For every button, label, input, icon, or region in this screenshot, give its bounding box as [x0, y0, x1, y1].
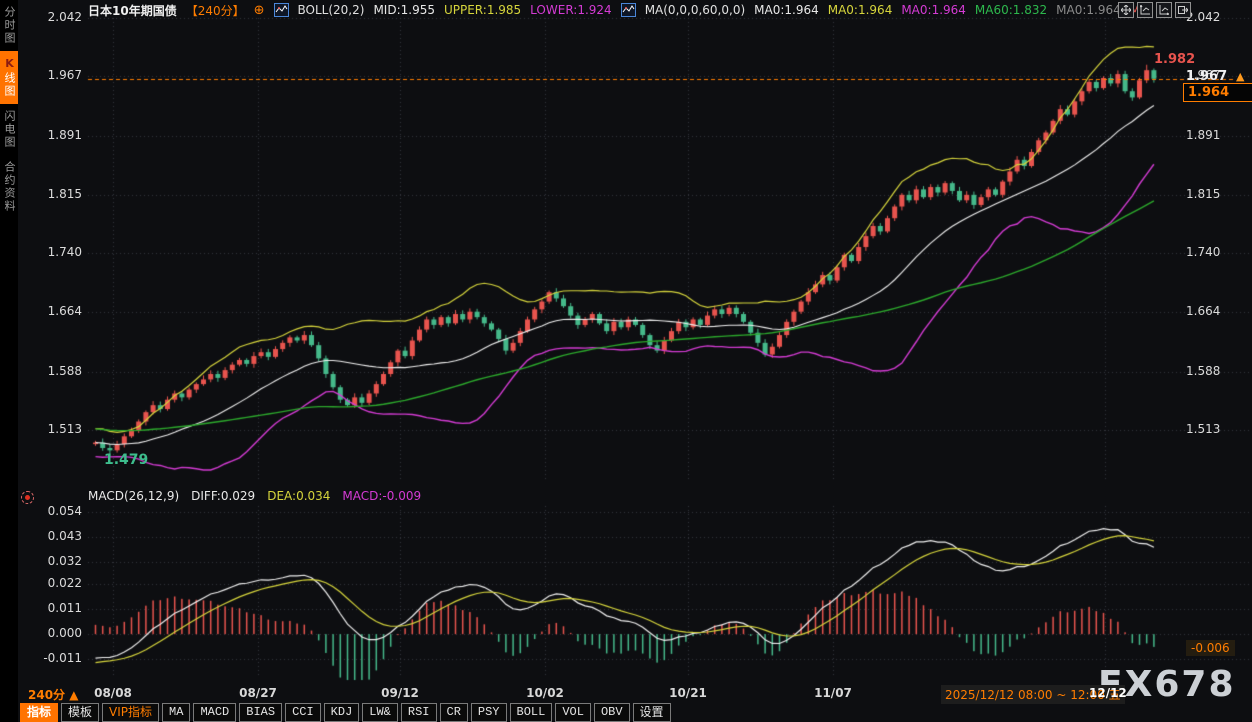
- indicator-chart-icon[interactable]: [274, 3, 289, 17]
- toolbar-button-LW&[interactable]: LW&: [362, 703, 398, 722]
- sidebar-tab-2[interactable]: 闪电图: [0, 104, 18, 155]
- sidebar-tab-1[interactable]: K线图: [0, 51, 18, 104]
- macd-axis-label-4: 0.011: [22, 601, 82, 615]
- price-axis-label-right-6: 1.588: [1186, 364, 1220, 378]
- toolbar-button-PSY[interactable]: PSY: [471, 703, 507, 722]
- subchart-settings-icon[interactable]: [21, 491, 34, 504]
- x-axis-label-5: 11/07: [814, 686, 852, 700]
- price-axis-label-right-0: 2.042: [1186, 10, 1220, 24]
- macd-macd-value: MACD:-0.009: [342, 489, 421, 503]
- x-axis-scale-icon[interactable]: [1156, 2, 1172, 18]
- pan-crosshair-icon[interactable]: [1118, 2, 1134, 18]
- toolbar-button-VIP指标[interactable]: VIP指标: [102, 703, 159, 722]
- macd-axis-label-1: 0.043: [22, 529, 82, 543]
- macd-params-label: MACD(26,12,9): [88, 489, 179, 503]
- price-axis-label-left-2: 1.891: [22, 128, 82, 142]
- y-axis-scale-icon[interactable]: [1137, 2, 1153, 18]
- high-price-label: 1.982: [1154, 52, 1195, 67]
- macd-axis-label-6: -0.011: [22, 651, 82, 665]
- toolbar-button-MA[interactable]: MA: [162, 703, 190, 722]
- period-badge[interactable]: 【240分】: [186, 2, 245, 19]
- toolbar-button-模板[interactable]: 模板: [61, 703, 99, 722]
- price-axis-label-right-7: 1.513: [1186, 422, 1220, 436]
- chart-header: 日本10年期国债 【240分】 ⊕ BOLL(20,2) MID:1.955 UPP…: [88, 2, 1148, 18]
- macd-axis-label-0: 0.054: [22, 504, 82, 518]
- indicator-value-4: MA(0,0,0,60,0,0): [645, 3, 745, 17]
- macd-header: MACD(26,12,9) DIFF:0.029 DEA:0.034 MACD:…: [88, 489, 421, 503]
- toolbar-button-OBV[interactable]: OBV: [594, 703, 630, 722]
- indicator-value-2: UPPER:1.985: [444, 3, 521, 17]
- price-axis-label-left-6: 1.588: [22, 364, 82, 378]
- price-axis-label-left-5: 1.664: [22, 304, 82, 318]
- sidebar-tab-3[interactable]: 合约资料: [0, 155, 18, 219]
- trading-app-window: { "colors": { "background": "#0d0e11", "…: [0, 0, 1252, 722]
- price-axis-label-right-3: 1.815: [1186, 187, 1220, 201]
- toolbar-button-CCI[interactable]: CCI: [285, 703, 321, 722]
- indicator-value-3: LOWER:1.924: [530, 3, 612, 17]
- price-axis-label-left-0: 2.042: [22, 10, 82, 24]
- x-axis-label-2: 09/12: [381, 686, 419, 700]
- indicator-value-9: MA0:1.964: [1056, 3, 1121, 17]
- price-axis-label-left-7: 1.513: [22, 422, 82, 436]
- period-selector[interactable]: 240分 ▲: [28, 686, 78, 703]
- sidebar-tab-0[interactable]: 分时图: [0, 0, 18, 51]
- indicator-value-8: MA60:1.832: [975, 3, 1047, 17]
- toolbar-button-RSI[interactable]: RSI: [401, 703, 437, 722]
- macd-axis-label-3: 0.022: [22, 576, 82, 590]
- x-axis-label-4: 10/21: [669, 686, 707, 700]
- x-axis-label-3: 10/02: [526, 686, 564, 700]
- indicator-values: BOLL(20,2) MID:1.955 UPPER:1.985 LOWER:1.92…: [274, 3, 1149, 17]
- indicator-chart-icon[interactable]: [621, 3, 636, 17]
- price-axis-label-left-4: 1.740: [22, 245, 82, 259]
- indicator-value-1: MID:1.955: [373, 3, 435, 17]
- instrument-title: 日本10年期国债: [88, 2, 177, 19]
- price-axis-label-right-4: 1.740: [1186, 245, 1220, 259]
- macd-current-value-box: -0.006: [1186, 640, 1235, 656]
- toolbar-button-MACD[interactable]: MACD: [193, 703, 236, 722]
- toolbar-button-KDJ[interactable]: KDJ: [324, 703, 360, 722]
- x-axis-label-1: 08/27: [239, 686, 277, 700]
- right-axis-tick-1967: 1.967: [1186, 69, 1227, 84]
- adjust-period-icon[interactable]: ⊕: [254, 4, 265, 17]
- indicator-value-0: BOLL(20,2): [298, 3, 365, 17]
- x-axis-label-0: 08/08: [94, 686, 132, 700]
- price-axis-label-left-1: 1.967: [22, 68, 82, 82]
- x-axis-label-last: 12/12: [1089, 686, 1127, 700]
- price-axis-label-right-5: 1.664: [1186, 304, 1220, 318]
- main-chart-canvas[interactable]: [0, 0, 1252, 722]
- scroll-to-latest-icon[interactable]: ▲: [1236, 70, 1244, 83]
- pop-out-icon[interactable]: [1175, 2, 1191, 18]
- toolbar-button-BOLL[interactable]: BOLL: [510, 703, 553, 722]
- price-axis-label-left-3: 1.815: [22, 187, 82, 201]
- toolbar-button-VOL[interactable]: VOL: [555, 703, 591, 722]
- indicator-value-7: MA0:1.964: [901, 3, 966, 17]
- macd-axis-label-5: 0.000: [22, 626, 82, 640]
- price-axis-label-right-2: 1.891: [1186, 128, 1220, 142]
- indicator-value-5: MA0:1.964: [754, 3, 819, 17]
- toolbar-button-设置[interactable]: 设置: [633, 703, 671, 722]
- toolbar-button-CR[interactable]: CR: [440, 703, 468, 722]
- left-sidebar: 分时图K线图闪电图合约资料: [0, 0, 18, 722]
- macd-diff-value: DIFF:0.029: [191, 489, 255, 503]
- indicator-value-6: MA0:1.964: [828, 3, 893, 17]
- toolbar-button-BIAS[interactable]: BIAS: [239, 703, 282, 722]
- toolbar-button-指标[interactable]: 指标: [20, 703, 58, 722]
- window-toolbar: [1118, 2, 1191, 18]
- low-price-label: 1.479: [104, 452, 148, 468]
- indicator-toolbar: 指标模板VIP指标MAMACDBIASCCIKDJLW&RSICRPSYBOLL…: [20, 703, 671, 722]
- macd-dea-value: DEA:0.034: [267, 489, 330, 503]
- current-price-box: 1.964: [1183, 83, 1252, 102]
- macd-axis-label-2: 0.032: [22, 554, 82, 568]
